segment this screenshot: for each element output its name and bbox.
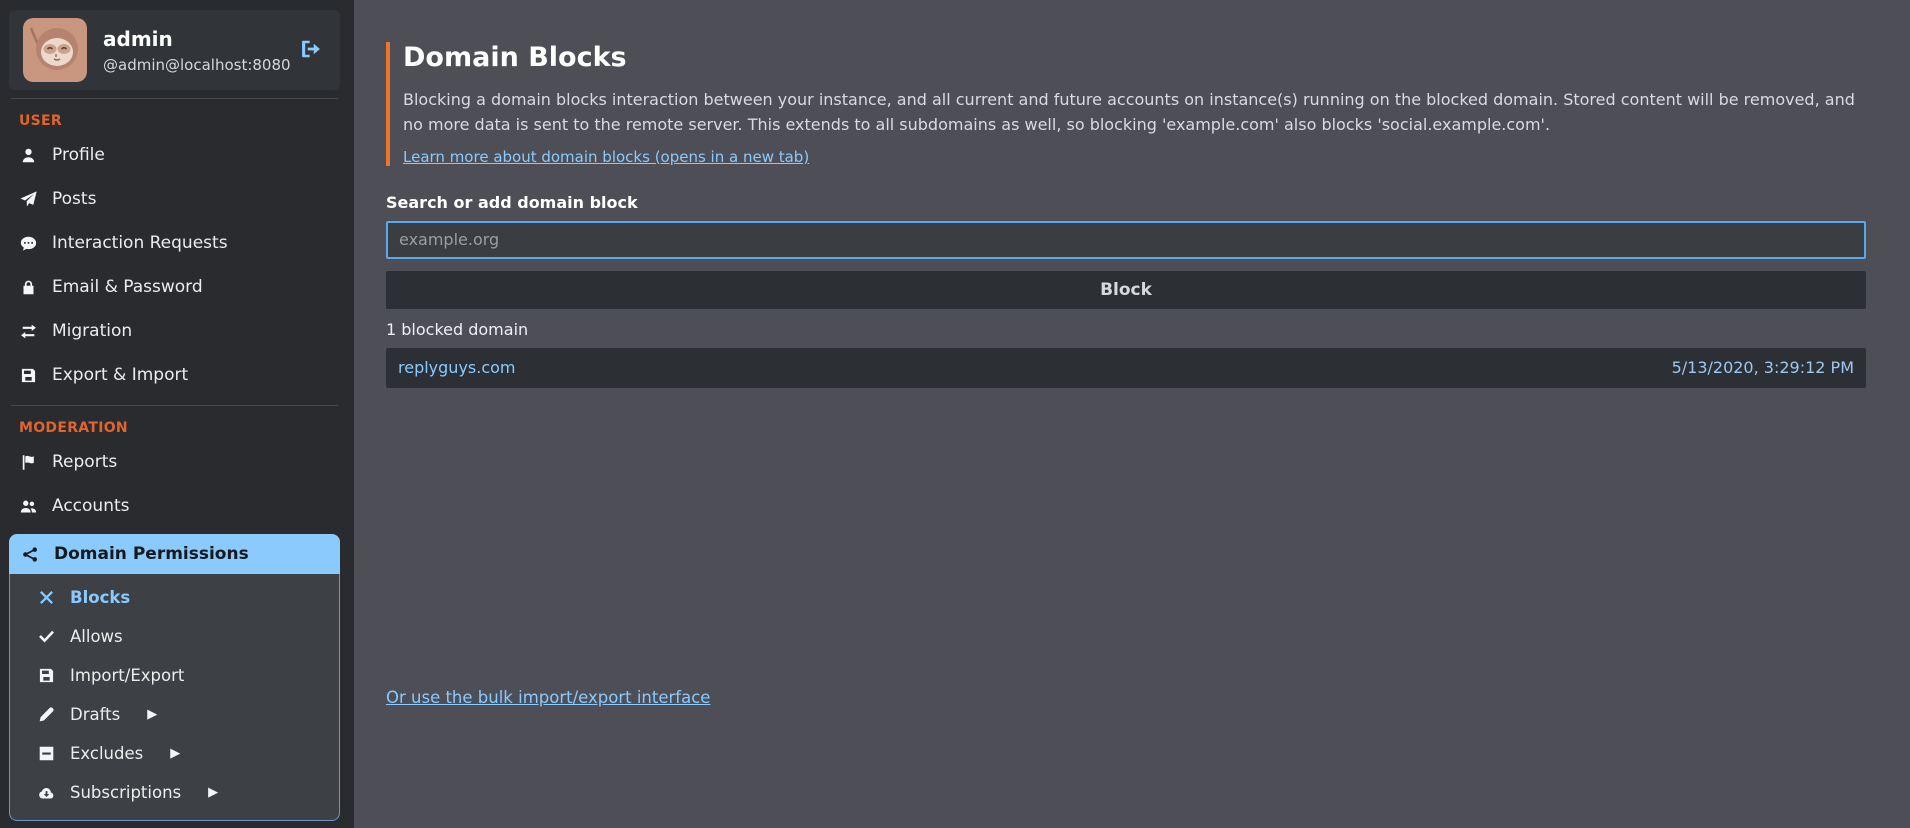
caret-right-icon: ▶ (208, 785, 218, 800)
sidebar-item-label: Interaction Requests (52, 233, 228, 253)
lock-icon (19, 279, 37, 296)
sidebar-item-label: Excludes (70, 744, 143, 763)
learn-more-link[interactable]: Learn more about domain blocks (opens in… (403, 148, 809, 166)
times-icon (37, 589, 55, 606)
user-icon (19, 147, 37, 164)
main-content: Domain Blocks Blocking a domain blocks i… (354, 0, 1910, 828)
page-header: Domain Blocks Blocking a domain blocks i… (386, 42, 1866, 166)
sidebar-item-posts[interactable]: Posts (9, 177, 340, 221)
blocked-domain-link[interactable]: replyguys.com (398, 358, 516, 377)
minus-square-icon (37, 745, 55, 762)
caret-right-icon: ▶ (147, 707, 157, 722)
user-card: admin @admin@localhost:8080 (9, 10, 340, 90)
logout-button[interactable] (296, 34, 326, 67)
sign-out-icon (300, 38, 322, 63)
sidebar-item-blocks[interactable]: Blocks (10, 578, 339, 617)
sidebar-item-label: Subscriptions (70, 783, 181, 802)
divider (11, 405, 338, 406)
sidebar-item-domain-permissions[interactable]: Domain Permissions (9, 534, 340, 574)
sidebar-item-excludes[interactable]: Excludes ▶ (10, 734, 339, 773)
user-identity: admin @admin@localhost:8080 (103, 27, 280, 74)
sidebar-item-label: Export & Import (52, 365, 188, 385)
sidebar-item-reports[interactable]: Reports (9, 440, 340, 484)
bulk-import-export-link[interactable]: Or use the bulk import/export interface (386, 688, 710, 707)
sidebar-item-accounts[interactable]: Accounts (9, 484, 340, 528)
paper-plane-icon (19, 191, 37, 208)
sidebar-item-label: Domain Permissions (54, 544, 249, 564)
sidebar-item-email-password[interactable]: Email & Password (9, 265, 340, 309)
domain-search-input[interactable] (386, 221, 1866, 259)
sidebar-item-label: Posts (52, 189, 96, 209)
blocked-count: 1 blocked domain (386, 320, 1866, 339)
sidebar-item-subscriptions[interactable]: Subscriptions ▶ (10, 773, 339, 812)
sidebar-item-label: Allows (70, 627, 123, 646)
page-title: Domain Blocks (403, 42, 1866, 73)
section-header-user: USER (19, 113, 340, 129)
page-description: Blocking a domain blocks interaction bet… (403, 88, 1866, 138)
sidebar-item-label: Accounts (52, 496, 130, 516)
check-icon (37, 628, 55, 645)
sidebar-item-label: Import/Export (70, 666, 184, 685)
comment-dots-icon (19, 235, 37, 252)
sidebar-item-label: Migration (52, 321, 132, 341)
sidebar-item-allows[interactable]: Allows (10, 617, 339, 656)
caret-right-icon: ▶ (170, 746, 180, 761)
sidebar-item-label: Reports (52, 452, 117, 472)
sidebar-item-interaction-requests[interactable]: Interaction Requests (9, 221, 340, 265)
flag-icon (19, 454, 37, 471)
share-nodes-icon (21, 546, 39, 563)
section-header-moderation: MODERATION (19, 420, 340, 436)
sidebar-item-drafts[interactable]: Drafts ▶ (10, 695, 339, 734)
blocked-domain-row[interactable]: replyguys.com 5/13/2020, 3:29:12 PM (386, 348, 1866, 388)
cloud-download-icon (37, 784, 55, 801)
sidebar-item-label: Profile (52, 145, 105, 165)
floppy-disk-icon (37, 667, 55, 684)
users-icon (19, 498, 37, 515)
search-label: Search or add domain block (386, 193, 1866, 212)
user-name: admin (103, 27, 280, 51)
user-handle: @admin@localhost:8080 (103, 56, 280, 74)
domain-permissions-submenu: Blocks Allows Import/Export Drafts ▶ E (9, 574, 340, 821)
sidebar-item-profile[interactable]: Profile (9, 133, 340, 177)
block-button[interactable]: Block (386, 271, 1866, 309)
sidebar-item-migration[interactable]: Migration (9, 309, 340, 353)
pencil-icon (37, 706, 55, 723)
sidebar-item-label: Email & Password (52, 277, 203, 297)
sidebar-item-import-export[interactable]: Import/Export (10, 656, 339, 695)
sidebar-item-label: Drafts (70, 705, 120, 724)
sidebar-item-label: Blocks (70, 588, 130, 607)
divider (11, 98, 338, 99)
exchange-arrows-icon (19, 323, 37, 340)
blocked-domain-date: 5/13/2020, 3:29:12 PM (1672, 358, 1854, 377)
avatar (23, 18, 87, 82)
sidebar-item-export-import[interactable]: Export & Import (9, 353, 340, 397)
floppy-disk-icon (19, 367, 37, 384)
sidebar: admin @admin@localhost:8080 USER Profile… (0, 0, 354, 828)
